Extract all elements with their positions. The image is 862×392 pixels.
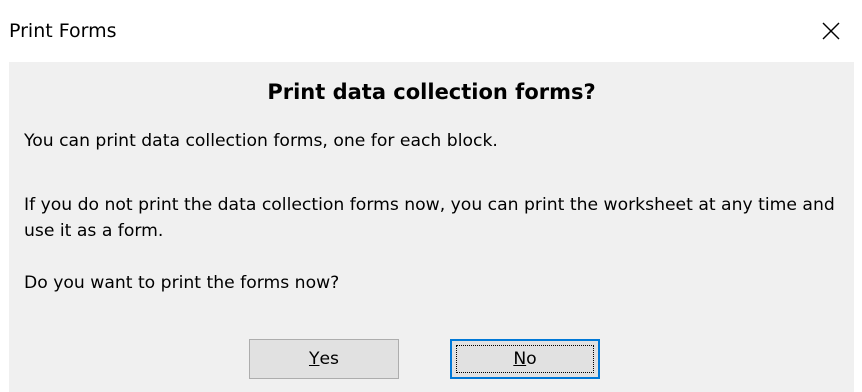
info-paragraph-2: If you do not print the data collection … [24,195,835,241]
focus-ring [456,345,594,373]
window-title: Print Forms [9,20,117,42]
print-forms-dialog: Print Forms Print data collection forms?… [0,0,862,392]
no-button[interactable]: No [450,339,600,379]
question-paragraph: Do you want to print the forms now? [24,273,340,293]
yes-label-rest: es [319,349,340,369]
dialog-body: Print data collection forms? You can pri… [9,62,854,392]
yes-button[interactable]: Yes [249,339,399,379]
info-paragraph-1: You can print data collection forms, one… [24,131,498,151]
yes-mnemonic: Y [308,349,320,369]
dialog-heading: Print data collection forms? [267,80,596,104]
close-button[interactable] [800,0,862,62]
close-icon [822,22,840,40]
title-bar: Print Forms [0,0,862,62]
